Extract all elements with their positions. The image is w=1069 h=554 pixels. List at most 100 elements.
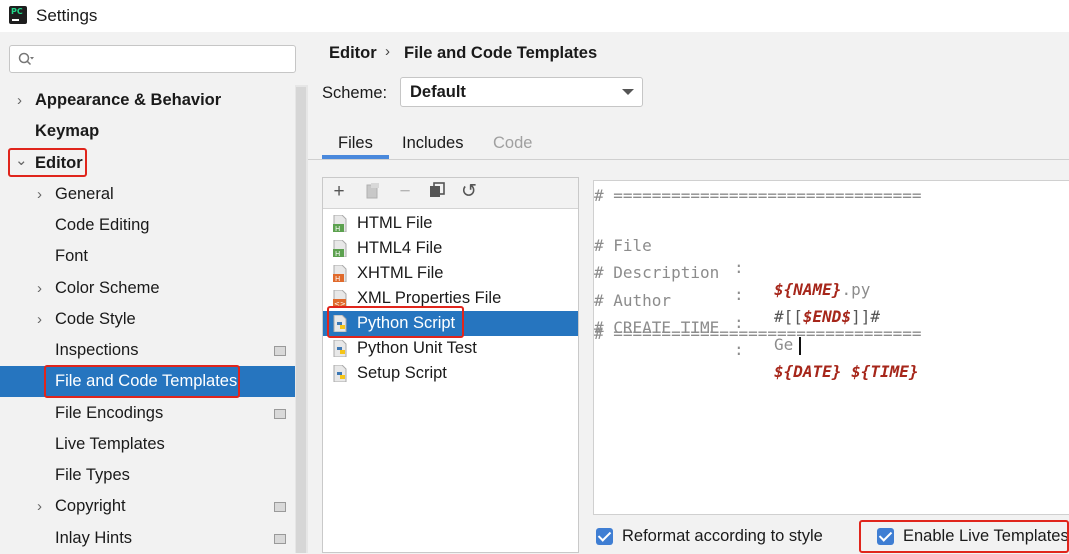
pycharm-icon: PC bbox=[9, 6, 27, 24]
template-label: HTML File bbox=[357, 214, 433, 232]
breadcrumb-separator: › bbox=[385, 43, 390, 60]
sidebar-item-label: Inlay Hints bbox=[55, 529, 133, 547]
duplicate-icon[interactable] bbox=[427, 182, 447, 202]
sidebar-item-editor[interactable]: ⌄ Editor bbox=[0, 148, 295, 179]
project-settings-icon bbox=[274, 409, 286, 419]
sidebar-item-file-and-code-templates[interactable]: File and Code Templates bbox=[0, 366, 308, 397]
template-label: XHTML File bbox=[357, 264, 444, 282]
sidebar-item-label: Keymap bbox=[35, 122, 100, 140]
sidebar-item-font[interactable]: Font bbox=[0, 241, 295, 272]
settings-content: Editor › File and Code Templates Scheme:… bbox=[308, 32, 1069, 553]
template-code-editor[interactable]: # ================================ # Fil… bbox=[593, 180, 1069, 515]
breadcrumb-parent[interactable]: Editor bbox=[329, 44, 377, 63]
scheme-dropdown[interactable]: Default bbox=[400, 77, 643, 107]
sidebar-item-keymap[interactable]: Keymap bbox=[0, 116, 295, 147]
code-suffix: .py bbox=[841, 280, 871, 299]
tabs-divider bbox=[308, 159, 1069, 160]
python-file-icon bbox=[333, 365, 347, 382]
template-list-panel: + − ↺ H HTML File H HTML4 File H XHTML F… bbox=[322, 177, 579, 553]
html-file-icon: H bbox=[333, 240, 347, 257]
reset-template-button[interactable]: ↺ bbox=[459, 182, 479, 202]
sidebar-item-code-editing[interactable]: Code Editing bbox=[0, 210, 295, 241]
remove-template-button: − bbox=[399, 181, 411, 202]
python-file-icon bbox=[333, 340, 347, 357]
dropdown-arrow-icon bbox=[622, 89, 634, 95]
sidebar-item-label: File and Code Templates bbox=[55, 372, 238, 390]
reformat-checkbox[interactable] bbox=[596, 528, 613, 545]
settings-sidebar: › Appearance & Behavior Keymap ⌄ Editor … bbox=[0, 32, 308, 553]
project-settings-icon bbox=[274, 534, 286, 544]
chevron-down-icon[interactable]: ⌄ bbox=[15, 145, 28, 176]
project-settings-icon bbox=[274, 502, 286, 512]
template-item-python-unit-test[interactable]: Python Unit Test bbox=[323, 336, 578, 361]
code-line-author: # Author : Ge bbox=[594, 268, 802, 355]
live-templates-checkbox[interactable] bbox=[877, 528, 894, 545]
svg-text:H: H bbox=[335, 250, 340, 257]
chevron-right-icon[interactable]: › bbox=[37, 179, 42, 210]
template-variable: ${TIME} bbox=[851, 362, 919, 381]
template-variable: ${DATE} bbox=[774, 362, 842, 381]
chevron-right-icon[interactable]: › bbox=[17, 85, 22, 116]
sidebar-item-general[interactable]: › General bbox=[0, 179, 295, 210]
reformat-label[interactable]: Reformat according to style bbox=[622, 527, 823, 546]
sidebar-item-label: Code Editing bbox=[55, 216, 150, 234]
chevron-right-icon[interactable]: › bbox=[37, 304, 42, 335]
tab-code: Code bbox=[493, 134, 533, 152]
divider-text: # ================================ bbox=[594, 186, 922, 205]
divider-text: # ================================ bbox=[594, 324, 922, 343]
sidebar-item-label: Editor bbox=[35, 154, 83, 172]
tab-files[interactable]: Files bbox=[338, 134, 373, 153]
code-line-file: # File : ${NAME}.py bbox=[594, 213, 870, 299]
template-item-python-script[interactable]: Python Script bbox=[323, 311, 578, 336]
sidebar-item-label: Color Scheme bbox=[55, 279, 160, 297]
code-sep: : bbox=[734, 258, 744, 277]
svg-text:H: H bbox=[335, 275, 340, 282]
code-line-description: # Description : #[[$END$]]# bbox=[594, 240, 880, 326]
chevron-right-icon[interactable]: › bbox=[37, 491, 42, 522]
html-file-icon: H bbox=[333, 215, 347, 232]
sidebar-item-file-types[interactable]: File Types bbox=[0, 460, 295, 491]
live-templates-label[interactable]: Enable Live Templates bbox=[903, 527, 1069, 546]
sidebar-item-label: File Encodings bbox=[55, 404, 164, 422]
sidebar-item-file-encodings[interactable]: File Encodings bbox=[0, 398, 295, 429]
sidebar-item-color-scheme[interactable]: › Color Scheme bbox=[0, 273, 295, 304]
sidebar-item-live-templates[interactable]: Live Templates bbox=[0, 429, 295, 460]
code-line-divider: # ================================ bbox=[594, 323, 922, 345]
chevron-right-icon[interactable]: › bbox=[37, 273, 42, 304]
sidebar-item-inspections[interactable]: Inspections bbox=[0, 335, 295, 366]
xhtml-file-icon: H bbox=[333, 265, 347, 282]
sidebar-item-appearance-behavior[interactable]: › Appearance & Behavior bbox=[0, 85, 295, 116]
template-item-xhtml-file[interactable]: H XHTML File bbox=[323, 261, 578, 286]
template-item-setup-script[interactable]: Setup Script bbox=[323, 361, 578, 386]
sidebar-item-inlay-hints[interactable]: Inlay Hints bbox=[0, 523, 295, 554]
page-title: File and Code Templates bbox=[404, 44, 598, 62]
template-label: XML Properties File bbox=[357, 289, 502, 307]
python-file-icon bbox=[333, 315, 347, 332]
sidebar-item-label: Live Templates bbox=[55, 435, 165, 453]
sidebar-item-label: Inspections bbox=[55, 341, 139, 359]
project-settings-icon bbox=[274, 346, 286, 356]
template-label: HTML4 File bbox=[357, 239, 443, 257]
scheme-value: Default bbox=[410, 83, 466, 101]
template-toolbar: + − ↺ bbox=[323, 178, 578, 209]
sidebar-scrollbar-thumb[interactable] bbox=[296, 87, 306, 553]
template-item-html4-file[interactable]: H HTML4 File bbox=[323, 236, 578, 261]
template-variable: ${NAME} bbox=[774, 280, 842, 299]
window-title: Settings bbox=[36, 6, 98, 25]
tab-includes[interactable]: Includes bbox=[402, 134, 463, 153]
template-label: Setup Script bbox=[357, 364, 447, 382]
sidebar-item-label: Copyright bbox=[55, 497, 126, 515]
sidebar-item-label: File Types bbox=[55, 466, 130, 484]
add-template-button[interactable]: + bbox=[329, 182, 349, 202]
search-field[interactable] bbox=[9, 45, 296, 73]
svg-text:H: H bbox=[335, 225, 340, 232]
sidebar-item-label: Font bbox=[55, 247, 89, 265]
copy-template-icon bbox=[363, 182, 383, 202]
svg-text:<>: <> bbox=[334, 300, 346, 307]
template-item-xml-properties-file[interactable]: <> XML Properties File bbox=[323, 286, 578, 311]
sidebar-item-code-style[interactable]: › Code Style bbox=[0, 304, 295, 335]
code-line-divider: # ================================ bbox=[594, 185, 922, 207]
template-item-html-file[interactable]: H HTML File bbox=[323, 211, 578, 236]
xml-file-icon: <> bbox=[333, 290, 347, 307]
sidebar-item-copyright[interactable]: › Copyright bbox=[0, 491, 295, 522]
